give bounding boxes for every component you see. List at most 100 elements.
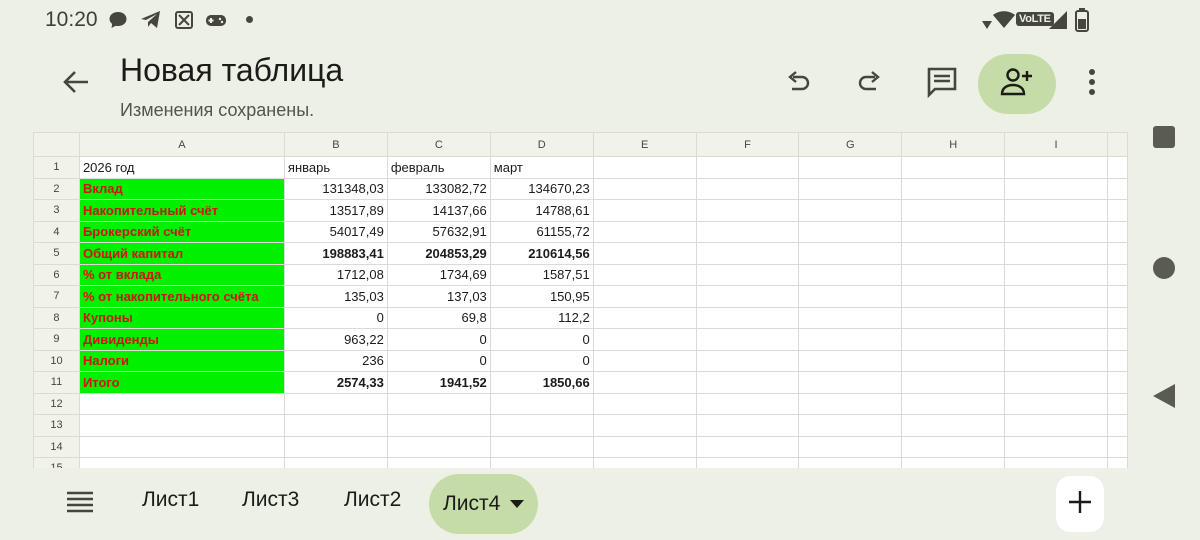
empty-cell[interactable] [695, 242, 800, 265]
column-header[interactable]: B [283, 132, 388, 157]
cell-b[interactable]: 1712,08 [283, 263, 388, 286]
empty-cell[interactable] [901, 199, 1006, 222]
redo-button[interactable] [846, 60, 894, 108]
empty-cell[interactable] [901, 435, 1006, 458]
cell-d[interactable] [489, 414, 594, 437]
cell-b[interactable]: 963,22 [283, 328, 388, 351]
empty-cell[interactable] [901, 220, 1006, 243]
empty-cell[interactable] [901, 392, 1006, 415]
empty-cell[interactable] [901, 349, 1006, 372]
empty-cell[interactable] [1106, 328, 1128, 351]
empty-cell[interactable] [901, 328, 1006, 351]
cell-c[interactable]: 1734,69 [386, 263, 491, 286]
cell-a[interactable] [78, 457, 285, 468]
row-header[interactable]: 12 [33, 392, 80, 415]
row-header[interactable]: 1 [33, 156, 80, 179]
empty-cell[interactable] [1106, 156, 1128, 179]
more-options-button[interactable] [1068, 60, 1116, 108]
row-header[interactable]: 3 [33, 199, 80, 222]
empty-cell[interactable] [1106, 220, 1128, 243]
cell-a[interactable]: Вклад [78, 177, 285, 200]
empty-cell[interactable] [1004, 263, 1108, 286]
empty-cell[interactable] [592, 392, 697, 415]
cell-d[interactable]: 14788,61 [489, 199, 594, 222]
empty-cell[interactable] [798, 199, 903, 222]
row-header[interactable]: 13 [33, 414, 80, 437]
add-sheet-button[interactable] [1056, 476, 1104, 532]
empty-cell[interactable] [798, 263, 903, 286]
cell-b[interactable]: 13517,89 [283, 199, 388, 222]
cell-d[interactable] [489, 457, 594, 468]
cell-c[interactable]: 69,8 [386, 306, 491, 329]
cell-b[interactable]: 198883,41 [283, 242, 388, 265]
sheet-tab-active[interactable]: Лист4 [429, 474, 539, 534]
cell-d[interactable]: 0 [489, 349, 594, 372]
empty-cell[interactable] [1106, 349, 1128, 372]
empty-cell[interactable] [901, 414, 1006, 437]
cell-a[interactable] [78, 392, 285, 415]
empty-cell[interactable] [592, 306, 697, 329]
cell-c[interactable]: 1941,52 [386, 371, 491, 394]
empty-cell[interactable] [695, 371, 800, 394]
empty-cell[interactable] [1004, 371, 1108, 394]
back-button[interactable] [56, 64, 96, 104]
empty-cell[interactable] [695, 414, 800, 437]
row-header[interactable]: 15 [33, 457, 80, 468]
empty-cell[interactable] [901, 177, 1006, 200]
sheet-tab[interactable]: Лист2 [344, 488, 401, 512]
empty-cell[interactable] [1106, 435, 1128, 458]
cell-a[interactable]: Дивиденды [78, 328, 285, 351]
cell-c[interactable] [386, 435, 491, 458]
empty-cell[interactable] [901, 306, 1006, 329]
empty-cell[interactable] [1106, 285, 1128, 308]
empty-cell[interactable] [1004, 349, 1108, 372]
column-header[interactable]: I [1004, 132, 1108, 157]
cell-d[interactable]: 134670,23 [489, 177, 594, 200]
empty-cell[interactable] [1106, 306, 1128, 329]
empty-cell[interactable] [592, 263, 697, 286]
empty-cell[interactable] [1004, 457, 1108, 468]
cell-c[interactable]: 133082,72 [386, 177, 491, 200]
column-header[interactable]: E [592, 132, 697, 157]
cell-a[interactable]: Купоны [78, 306, 285, 329]
empty-cell[interactable] [798, 328, 903, 351]
row-header[interactable]: 14 [33, 435, 80, 458]
empty-cell[interactable] [1004, 414, 1108, 437]
empty-cell[interactable] [798, 371, 903, 394]
cell-a[interactable]: 2026 год [78, 156, 285, 179]
cell-d[interactable]: 61155,72 [489, 220, 594, 243]
empty-cell[interactable] [592, 156, 697, 179]
empty-cell[interactable] [798, 285, 903, 308]
cell-a[interactable]: % от накопительного счёта [78, 285, 285, 308]
empty-cell[interactable] [695, 263, 800, 286]
empty-cell[interactable] [901, 242, 1006, 265]
empty-cell[interactable] [695, 220, 800, 243]
cell-d[interactable]: март [489, 156, 594, 179]
cell-a[interactable]: Общий капитал [78, 242, 285, 265]
empty-cell[interactable] [1106, 414, 1128, 437]
cell-b[interactable]: 0 [283, 306, 388, 329]
cell-d[interactable]: 1850,66 [489, 371, 594, 394]
empty-cell[interactable] [1004, 220, 1108, 243]
home-button[interactable] [1152, 256, 1176, 282]
cell-c[interactable]: 0 [386, 349, 491, 372]
column-header[interactable]: F [695, 132, 800, 157]
empty-cell[interactable] [1106, 199, 1128, 222]
cell-a[interactable]: Налоги [78, 349, 285, 372]
row-header[interactable]: 7 [33, 285, 80, 308]
empty-cell[interactable] [592, 285, 697, 308]
empty-cell[interactable] [695, 457, 800, 468]
empty-cell[interactable] [695, 306, 800, 329]
cell-a[interactable]: % от вклада [78, 263, 285, 286]
empty-cell[interactable] [798, 177, 903, 200]
empty-cell[interactable] [695, 285, 800, 308]
row-header[interactable]: 5 [33, 242, 80, 265]
share-button[interactable] [978, 54, 1056, 114]
empty-cell[interactable] [1004, 156, 1108, 179]
cell-d[interactable]: 210614,56 [489, 242, 594, 265]
cell-c[interactable]: 57632,91 [386, 220, 491, 243]
cell-a[interactable] [78, 414, 285, 437]
column-header[interactable] [1106, 132, 1128, 157]
empty-cell[interactable] [1106, 242, 1128, 265]
cell-b[interactable]: 135,03 [283, 285, 388, 308]
